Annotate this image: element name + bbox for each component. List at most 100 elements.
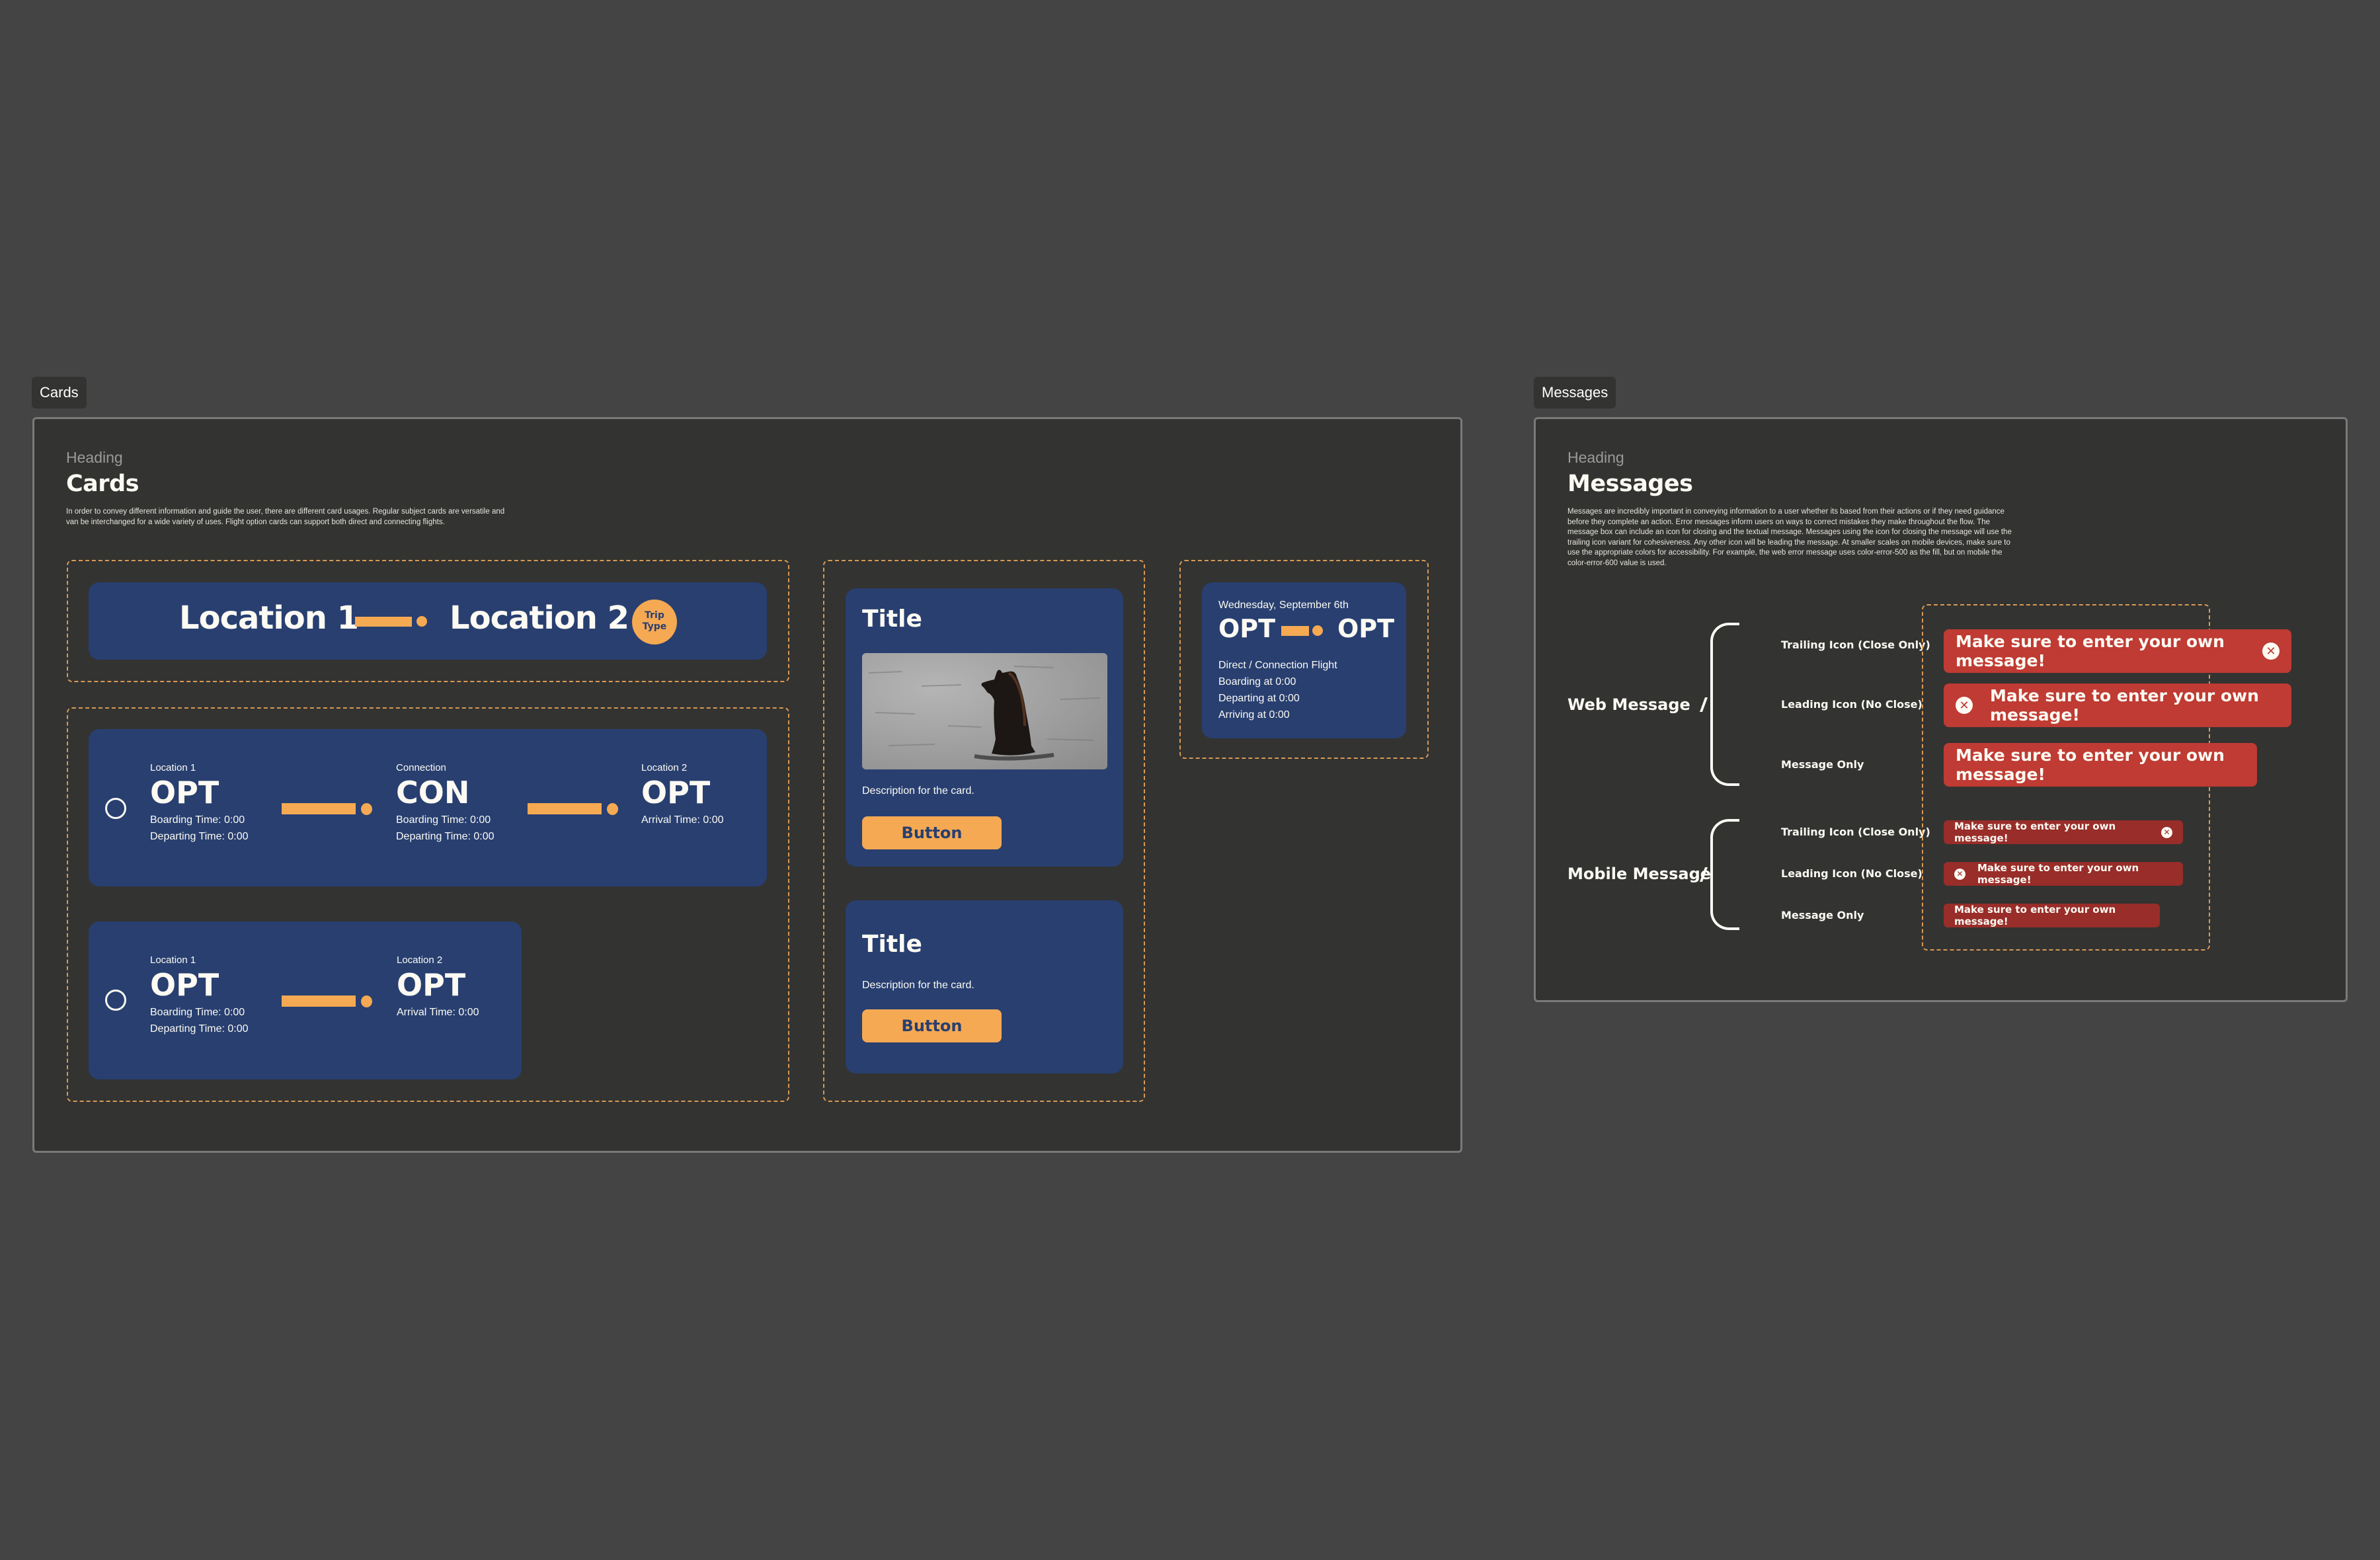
message-text: Make sure to enter your own message! xyxy=(1954,904,2116,927)
stop-origin: Location 1 OPT Boarding Time: 0:00 Depar… xyxy=(150,955,249,1037)
message-text: Make sure to enter your own message! xyxy=(1977,862,2139,886)
message-text: Make sure to enter your own message! xyxy=(1954,820,2116,844)
direct-flight-card[interactable]: Location 1 OPT Boarding Time: 0:00 Depar… xyxy=(89,921,522,1079)
route-origin: Location 1 xyxy=(179,600,359,637)
subject-card[interactable]: Title Description for the card. Button xyxy=(846,900,1123,1073)
route-dot-icon xyxy=(361,995,372,1007)
stop-destination: Location 2 OPT Arrival Time: 0:00 xyxy=(641,762,723,828)
web-message-group-label: Web Message xyxy=(1567,695,1690,714)
trip-type-badge-line: Type xyxy=(642,621,667,632)
messages-description: Messages are incredibly important in con… xyxy=(1567,507,2070,568)
boarding-time: Boarding at 0:00 xyxy=(1218,676,1296,687)
arriving-time: Arriving at 0:00 xyxy=(1218,709,1290,721)
departing-time: Departing at 0:00 xyxy=(1218,693,1300,704)
stop-label: Location 1 xyxy=(150,955,196,966)
bear-image-icon xyxy=(868,666,1101,761)
stop-code: OPT xyxy=(397,967,466,1003)
subject-card-description: Description for the card. xyxy=(862,980,974,991)
select-radio[interactable] xyxy=(105,798,126,819)
stop-time: Departing Time: 0:00 xyxy=(150,831,249,842)
stop-code: OPT xyxy=(150,775,219,810)
trip-type-badge-line: Trip xyxy=(645,610,664,621)
subject-card-description: Description for the card. xyxy=(862,785,974,797)
subject-card-title: Title xyxy=(862,605,922,633)
mobile-message-group-label: Mobile Message xyxy=(1567,865,1712,883)
stop-label: Location 1 xyxy=(150,762,196,773)
variant-label: Message Only xyxy=(1781,758,1864,771)
subject-card-title: Title xyxy=(862,931,922,958)
cards-description-line: van be interchanged for a wide variety o… xyxy=(66,518,445,526)
variant-label: Leading Icon (No Close) xyxy=(1781,698,1923,711)
flight-date: Wednesday, September 6th xyxy=(1218,600,1349,611)
close-circle-icon[interactable]: ✕ xyxy=(2161,826,2172,838)
message-text: Make sure to enter your own message! xyxy=(1956,746,2225,784)
cards-description: In order to convey different information… xyxy=(66,507,661,527)
summary-destination-code: OPT xyxy=(1337,614,1395,643)
stop-time: Departing Time: 0:00 xyxy=(150,1023,249,1034)
stop-code: OPT xyxy=(150,967,219,1003)
flight-summary-card[interactable]: Wednesday, September 6th OPT OPT Direct … xyxy=(1202,582,1406,738)
stop-label: Location 2 xyxy=(641,762,688,773)
connecting-flight-card[interactable]: Location 1 OPT Boarding Time: 0:00 Depar… xyxy=(89,729,767,886)
cards-description-line: In order to convey different information… xyxy=(66,508,505,516)
variant-label: Trailing Icon (Close Only) xyxy=(1781,639,1930,651)
message-text: Make sure to enter your own message! xyxy=(1990,686,2259,724)
route-dot-icon xyxy=(607,803,618,815)
mobile-message-trailing-icon: Make sure to enter your own message! ✕ xyxy=(1944,820,2183,844)
messages-description-line: use the appropriate colors for accessibi… xyxy=(1567,549,2003,557)
web-brace-icon xyxy=(1710,623,1739,786)
message-text: Make sure to enter your own message! xyxy=(1956,632,2225,670)
stop-time: Boarding Time: 0:00 xyxy=(150,814,245,826)
route-destination: Location 2 xyxy=(450,600,629,637)
messages-description-line: color-error-600 value is used. xyxy=(1567,559,1667,567)
route-dot-icon xyxy=(361,803,372,815)
select-radio[interactable] xyxy=(105,990,126,1011)
cards-title: Cards xyxy=(66,471,139,497)
cards-frame-tag[interactable]: Cards xyxy=(32,377,87,409)
messages-title: Messages xyxy=(1567,471,1693,497)
stop-time: Boarding Time: 0:00 xyxy=(150,1007,245,1018)
web-message-only: Make sure to enter your own message! xyxy=(1944,743,2257,787)
route-line-icon xyxy=(528,803,602,814)
messages-description-line: before they complete an action. Error me… xyxy=(1567,518,1990,526)
stop-time: Departing Time: 0:00 xyxy=(396,831,495,842)
stop-label: Location 2 xyxy=(397,955,443,966)
subject-card-image xyxy=(862,653,1107,769)
route-card[interactable]: Location 1 Location 2 Trip Type xyxy=(89,582,767,660)
mobile-brace-icon xyxy=(1710,819,1739,930)
stop-code: OPT xyxy=(641,775,711,810)
route-line-icon xyxy=(1281,626,1309,636)
stop-code: CON xyxy=(396,775,470,810)
error-circle-icon: ✕ xyxy=(1956,697,1973,714)
stop-label: Connection xyxy=(396,762,446,773)
trip-type-badge[interactable]: Trip Type xyxy=(632,600,677,644)
route-line-icon xyxy=(282,803,356,814)
close-circle-icon[interactable]: ✕ xyxy=(2262,643,2280,660)
route-line-icon xyxy=(282,995,356,1007)
web-message-leading-icon: ✕ Make sure to enter your own message! xyxy=(1944,683,2291,727)
flight-details: Direct / Connection Flight Boarding at 0… xyxy=(1218,657,1337,723)
stop-time: Arrival Time: 0:00 xyxy=(397,1007,479,1018)
messages-eyebrow: Heading xyxy=(1567,449,1624,466)
stop-time: Arrival Time: 0:00 xyxy=(641,814,724,826)
web-message-trailing-icon: Make sure to enter your own message! ✕ xyxy=(1944,629,2291,673)
messages-description-line: trailing icon variant for cohesiveness. … xyxy=(1567,538,2010,547)
summary-origin-code: OPT xyxy=(1218,614,1276,643)
mobile-message-only: Make sure to enter your own message! xyxy=(1944,904,2160,927)
subject-card-button[interactable]: Button xyxy=(862,1009,1002,1042)
stop-time: Boarding Time: 0:00 xyxy=(396,814,491,826)
messages-frame-tag[interactable]: Messages xyxy=(1534,377,1616,409)
subject-card-with-image[interactable]: Title Description for the card. Button xyxy=(846,588,1123,867)
messages-description-line: message box can include an icon for clos… xyxy=(1567,528,2012,536)
stop-destination: Location 2 OPT Arrival Time: 0:00 xyxy=(397,955,479,1021)
subject-card-button[interactable]: Button xyxy=(862,816,1002,849)
variant-label: Leading Icon (No Close) xyxy=(1781,867,1923,880)
error-circle-icon: ✕ xyxy=(1954,868,1965,880)
mobile-message-leading-icon: ✕ Make sure to enter your own message! xyxy=(1944,862,2183,886)
route-dot-icon xyxy=(1312,625,1323,636)
cards-eyebrow: Heading xyxy=(66,449,123,466)
stop-connection: Connection CON Boarding Time: 0:00 Depar… xyxy=(396,762,495,845)
stop-origin: Location 1 OPT Boarding Time: 0:00 Depar… xyxy=(150,762,249,845)
variant-label: Message Only xyxy=(1781,909,1864,921)
route-line-icon xyxy=(355,617,412,627)
